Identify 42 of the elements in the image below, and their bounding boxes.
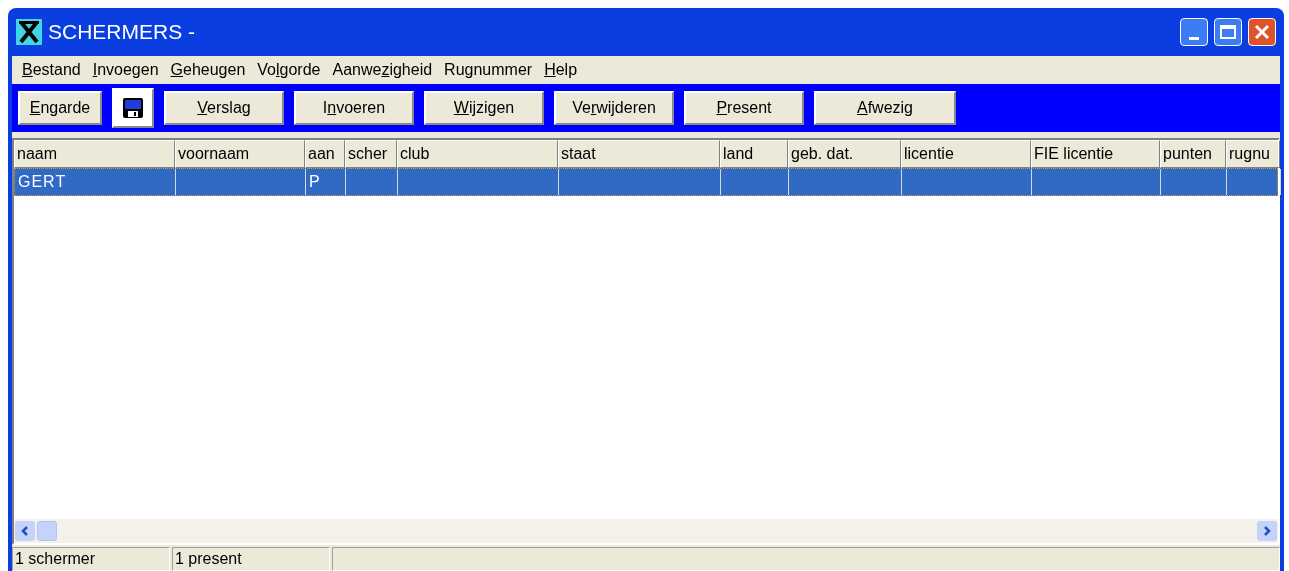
- column-header[interactable]: club: [397, 140, 558, 168]
- menu-item[interactable]: Geheugen: [166, 58, 250, 82]
- maximize-button[interactable]: [1214, 18, 1242, 46]
- toolbar-button[interactable]: Afwezig: [814, 91, 956, 125]
- column-header[interactable]: aan: [305, 140, 345, 168]
- toolbar-button[interactable]: Present: [684, 91, 804, 125]
- toolbar-button[interactable]: Verwijderen: [554, 91, 674, 125]
- table-cell: P: [306, 169, 346, 195]
- menu-item[interactable]: Bestand: [18, 58, 85, 82]
- table-row[interactable]: GERT P: [14, 168, 1278, 196]
- toolbar-button[interactable]: Wijzigen: [424, 91, 544, 125]
- scroll-thumb[interactable]: [37, 521, 57, 541]
- toolbar-button[interactable]: Verslag: [164, 91, 284, 125]
- menu-item[interactable]: Invoegen: [88, 58, 163, 82]
- menu-item[interactable]: Rugnummer: [440, 58, 537, 82]
- column-header[interactable]: FIE licentie: [1031, 140, 1160, 168]
- horizontal-scrollbar[interactable]: [14, 519, 1278, 543]
- column-header[interactable]: naam: [14, 140, 175, 168]
- window-title: SCHERMERS -: [48, 19, 195, 46]
- column-header[interactable]: voornaam: [175, 140, 305, 168]
- column-header[interactable]: staat: [558, 140, 720, 168]
- app-icon: [16, 19, 42, 45]
- save-button[interactable]: [112, 88, 154, 128]
- menu-item[interactable]: Volgorde: [253, 58, 325, 82]
- close-button[interactable]: [1248, 18, 1276, 46]
- column-header[interactable]: rugnu: [1226, 140, 1280, 168]
- menu-item[interactable]: Aanwezigheid: [328, 58, 437, 82]
- column-header[interactable]: geb. dat.: [788, 140, 901, 168]
- scroll-right-icon[interactable]: [1257, 521, 1277, 541]
- column-header[interactable]: land: [720, 140, 788, 168]
- scroll-left-icon[interactable]: [15, 521, 35, 541]
- close-icon: [1254, 24, 1270, 40]
- toolbar-button[interactable]: Invoeren: [294, 91, 414, 125]
- column-header[interactable]: licentie: [901, 140, 1031, 168]
- column-header[interactable]: scher: [345, 140, 397, 168]
- column-header[interactable]: punten: [1160, 140, 1226, 168]
- table-cell: GERT: [15, 169, 176, 195]
- status-panel: 1 present: [172, 547, 330, 571]
- minimize-button[interactable]: [1180, 18, 1208, 46]
- toolbar-button[interactable]: Engarde: [18, 91, 102, 125]
- status-panel: 1 schermer: [12, 547, 170, 571]
- menu-item[interactable]: Help: [540, 58, 582, 82]
